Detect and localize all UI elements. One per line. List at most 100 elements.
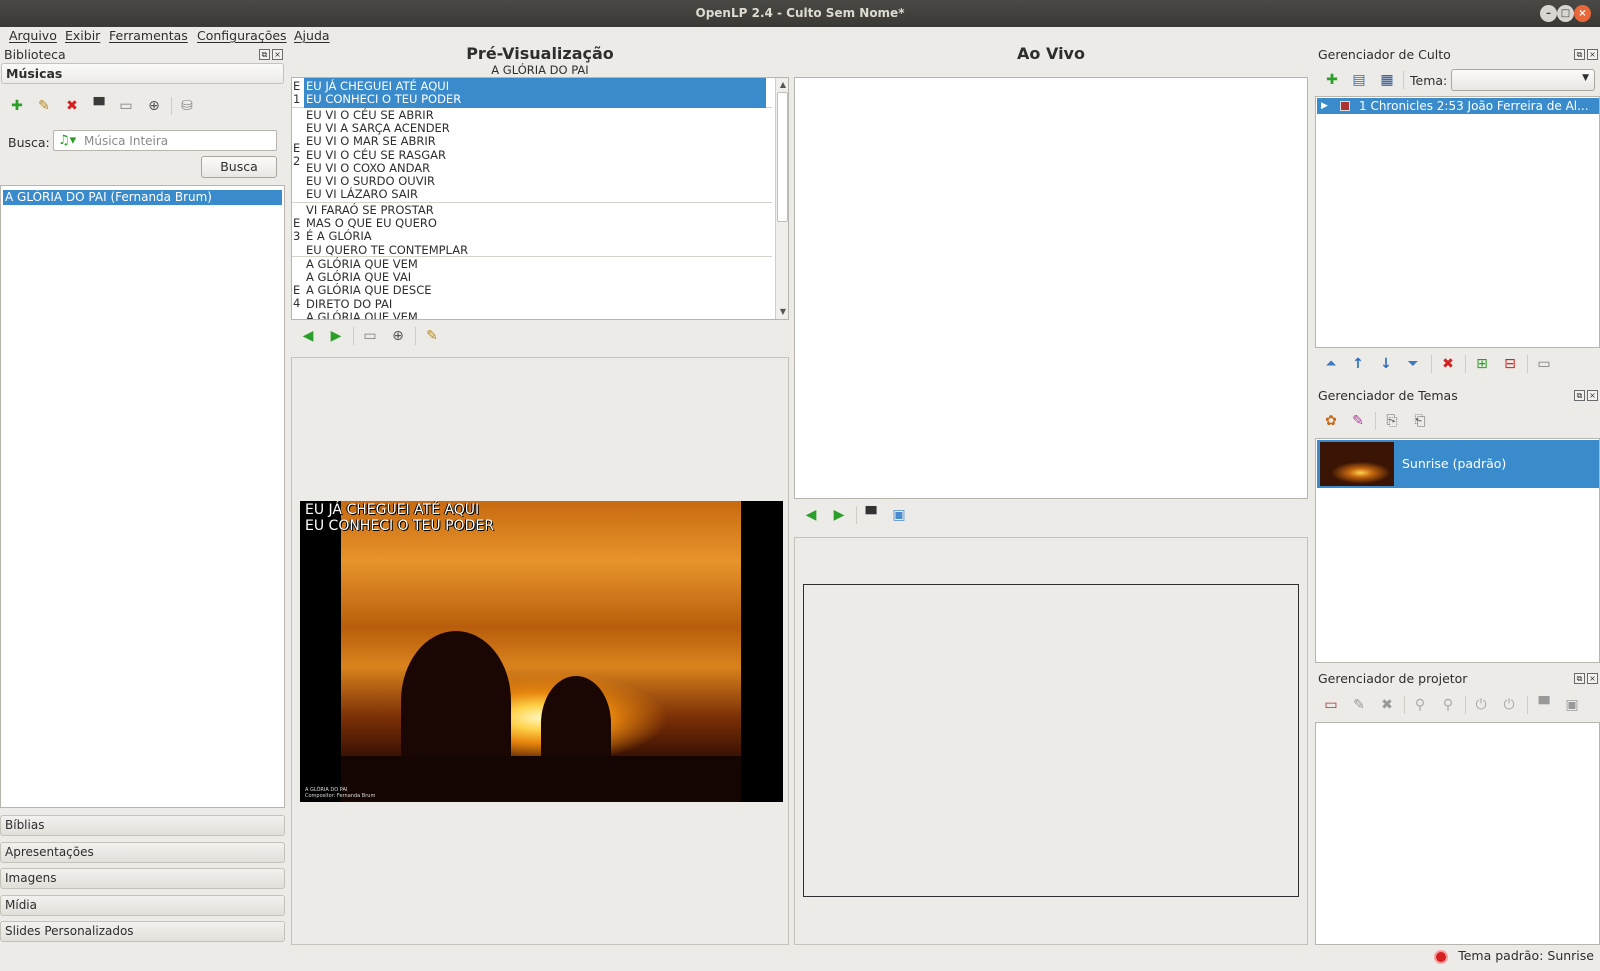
float-icon[interactable]: ⧉ bbox=[1574, 49, 1585, 60]
maximize-icon[interactable]: □ bbox=[1557, 5, 1574, 22]
previous-slide-icon[interactable]: ◀ bbox=[299, 327, 317, 345]
go-live-icon[interactable]: ▭ bbox=[361, 327, 379, 345]
float-icon[interactable]: ⧉ bbox=[1574, 673, 1585, 684]
menu-ajuda[interactable]: Ajuda bbox=[294, 28, 330, 43]
import-icon[interactable]: ⛁ bbox=[178, 97, 196, 115]
show-screen-icon[interactable]: ▣ bbox=[1563, 696, 1581, 714]
open-service-icon[interactable]: ▤ bbox=[1350, 71, 1368, 89]
slide-row[interactable]: E 2 EU VI O CÉU SE ABRIR EU VI A SARÇA A… bbox=[292, 108, 772, 203]
go-live-icon[interactable]: ▭ bbox=[117, 97, 135, 115]
float-icon[interactable]: ⧉ bbox=[1574, 390, 1585, 401]
theme-select[interactable]: ▼ bbox=[1451, 69, 1595, 91]
export-theme-icon[interactable]: ⎗ bbox=[1411, 412, 1429, 430]
menu-ferramentas[interactable]: Ferramentas bbox=[109, 28, 188, 43]
search-label: Busca: bbox=[8, 135, 50, 150]
preview-scrollbar[interactable]: ▲ ▼ bbox=[775, 78, 788, 319]
delete-icon[interactable]: ✖ bbox=[63, 97, 81, 115]
power-off-icon[interactable]: ⏻ bbox=[1500, 696, 1518, 714]
expand-all-icon[interactable]: ⊞ bbox=[1473, 355, 1491, 373]
search-field[interactable]: ♫▾ Música Inteira bbox=[53, 130, 277, 151]
add-projector-icon[interactable]: ▭ bbox=[1322, 696, 1340, 714]
toolbar-separator bbox=[1527, 355, 1528, 373]
display-screen-icon[interactable]: ▣ bbox=[890, 506, 908, 524]
power-on-icon[interactable]: ⏻ bbox=[1472, 696, 1490, 714]
music-note-icon[interactable]: ♫▾ bbox=[58, 133, 76, 148]
service-item[interactable]: ▶ 1 Chronicles 2:53 João Ferreira de Al.… bbox=[1317, 98, 1599, 114]
new-theme-icon[interactable]: ✿ bbox=[1322, 412, 1340, 430]
menu-arquivo[interactable]: Arquivo bbox=[9, 28, 57, 43]
move-top-icon[interactable]: ⏶ bbox=[1322, 355, 1340, 373]
edit-theme-icon[interactable]: ✎ bbox=[1349, 412, 1367, 430]
delete-icon[interactable]: ✖ bbox=[1439, 355, 1457, 373]
move-bottom-icon[interactable]: ⏷ bbox=[1404, 355, 1422, 373]
bible-icon bbox=[1340, 101, 1350, 111]
close-dock-icon[interactable]: × bbox=[1587, 49, 1598, 60]
menu-exibir[interactable]: Exibir bbox=[65, 28, 100, 43]
toolbar-separator bbox=[1404, 696, 1405, 714]
close-icon[interactable]: × bbox=[1574, 5, 1591, 22]
edit-icon[interactable]: ✎ bbox=[35, 97, 53, 115]
add-to-service-icon[interactable]: ⊕ bbox=[389, 327, 407, 345]
scroll-up-icon[interactable]: ▲ bbox=[776, 78, 788, 92]
expand-arrow-icon[interactable]: ▶ bbox=[1321, 98, 1328, 114]
disconnect-icon[interactable]: ⚲ bbox=[1439, 696, 1457, 714]
accordion-apresentacoes[interactable]: Apresentações bbox=[0, 842, 285, 863]
move-down-icon[interactable]: ↓ bbox=[1377, 355, 1395, 373]
preview-slide-list[interactable]: E 1 EU JÁ CHEGUEI ATÉ AQUI EU CONHECI O … bbox=[291, 77, 789, 320]
service-dock-buttons: ⧉ × bbox=[1574, 49, 1598, 60]
scroll-down-icon[interactable]: ▼ bbox=[776, 305, 788, 319]
preview-icon[interactable]: ▀ bbox=[90, 97, 108, 115]
status-text: Tema padrão: Sunrise bbox=[1458, 948, 1594, 963]
collapse-all-icon[interactable]: ⊟ bbox=[1501, 355, 1519, 373]
theme-item[interactable]: Sunrise (padrão) bbox=[1317, 440, 1599, 488]
status-bar: Tema padrão: Sunrise bbox=[1434, 948, 1594, 964]
toolbar-separator bbox=[1375, 412, 1376, 430]
move-up-icon[interactable]: ↑ bbox=[1349, 355, 1367, 373]
accordion-imagens[interactable]: Imagens bbox=[0, 868, 285, 889]
menu-configuracoes[interactable]: Configurações bbox=[197, 28, 287, 43]
slide-row[interactable]: E 1 EU JÁ CHEGUEI ATÉ AQUI EU CONHECI O … bbox=[292, 78, 772, 108]
theme-list[interactable]: Sunrise (padrão) bbox=[1315, 438, 1600, 663]
accordion-slides-personalizados[interactable]: Slides Personalizados bbox=[0, 921, 285, 942]
delete-projector-icon[interactable]: ✖ bbox=[1378, 696, 1396, 714]
new-song-icon[interactable]: ✚ bbox=[8, 97, 26, 115]
slide-row[interactable]: E 4 A GLÓRIA QUE VEM A GLÓRIA QUE VAI A … bbox=[292, 257, 772, 319]
projector-list[interactable] bbox=[1315, 722, 1600, 945]
new-service-icon[interactable]: ✚ bbox=[1323, 71, 1341, 89]
list-item[interactable]: A GLÓRIA DO PAI (Fernanda Brum) bbox=[3, 190, 282, 205]
go-live-icon[interactable]: ▭ bbox=[1535, 355, 1553, 373]
theme-thumbnail bbox=[1320, 442, 1394, 486]
blank-screen-icon[interactable]: ▀ bbox=[1535, 696, 1553, 714]
close-dock-icon[interactable]: × bbox=[272, 49, 283, 60]
close-dock-icon[interactable]: × bbox=[1587, 390, 1598, 401]
search-input[interactable]: Música Inteira bbox=[84, 134, 168, 148]
save-service-icon[interactable]: ▦ bbox=[1378, 71, 1396, 89]
accordion-midia[interactable]: Mídia bbox=[0, 895, 285, 916]
add-to-service-icon[interactable]: ⊕ bbox=[145, 97, 163, 115]
search-button[interactable]: Busca bbox=[201, 156, 277, 178]
next-slide-icon[interactable]: ▶ bbox=[830, 506, 848, 524]
edit-projector-icon[interactable]: ✎ bbox=[1350, 696, 1368, 714]
previous-slide-icon[interactable]: ◀ bbox=[802, 506, 820, 524]
slide-row[interactable]: E 3 VI FARAÓ SE PROSTAR MAS O QUE EU QUE… bbox=[292, 203, 772, 257]
float-icon[interactable]: ⧉ bbox=[259, 49, 270, 60]
live-display-area bbox=[794, 537, 1308, 945]
stop-icon bbox=[1434, 949, 1449, 964]
library-section-header[interactable]: Músicas bbox=[1, 63, 284, 84]
next-slide-icon[interactable]: ▶ bbox=[327, 327, 345, 345]
connect-icon[interactable]: ⚲ bbox=[1411, 696, 1429, 714]
slide-tag: E 4 bbox=[293, 283, 301, 310]
service-list[interactable]: ▶ 1 Chronicles 2:53 João Ferreira de Al.… bbox=[1315, 96, 1600, 348]
minimize-icon[interactable]: – bbox=[1540, 5, 1557, 22]
library-title: Biblioteca bbox=[4, 47, 66, 62]
close-dock-icon[interactable]: × bbox=[1587, 673, 1598, 684]
library-results-list[interactable]: A GLÓRIA DO PAI (Fernanda Brum) bbox=[0, 185, 285, 808]
import-theme-icon[interactable]: ⎘ bbox=[1383, 412, 1401, 430]
edit-icon[interactable]: ✎ bbox=[423, 327, 441, 345]
live-slide-list[interactable] bbox=[794, 77, 1308, 499]
toolbar-separator bbox=[1431, 355, 1432, 373]
accordion-biblias[interactable]: Bíblias bbox=[0, 815, 285, 836]
hide-display-icon[interactable]: ▀ bbox=[862, 506, 880, 524]
scroll-thumb[interactable] bbox=[777, 92, 788, 222]
chevron-down-icon[interactable]: ▼ bbox=[1582, 73, 1589, 83]
